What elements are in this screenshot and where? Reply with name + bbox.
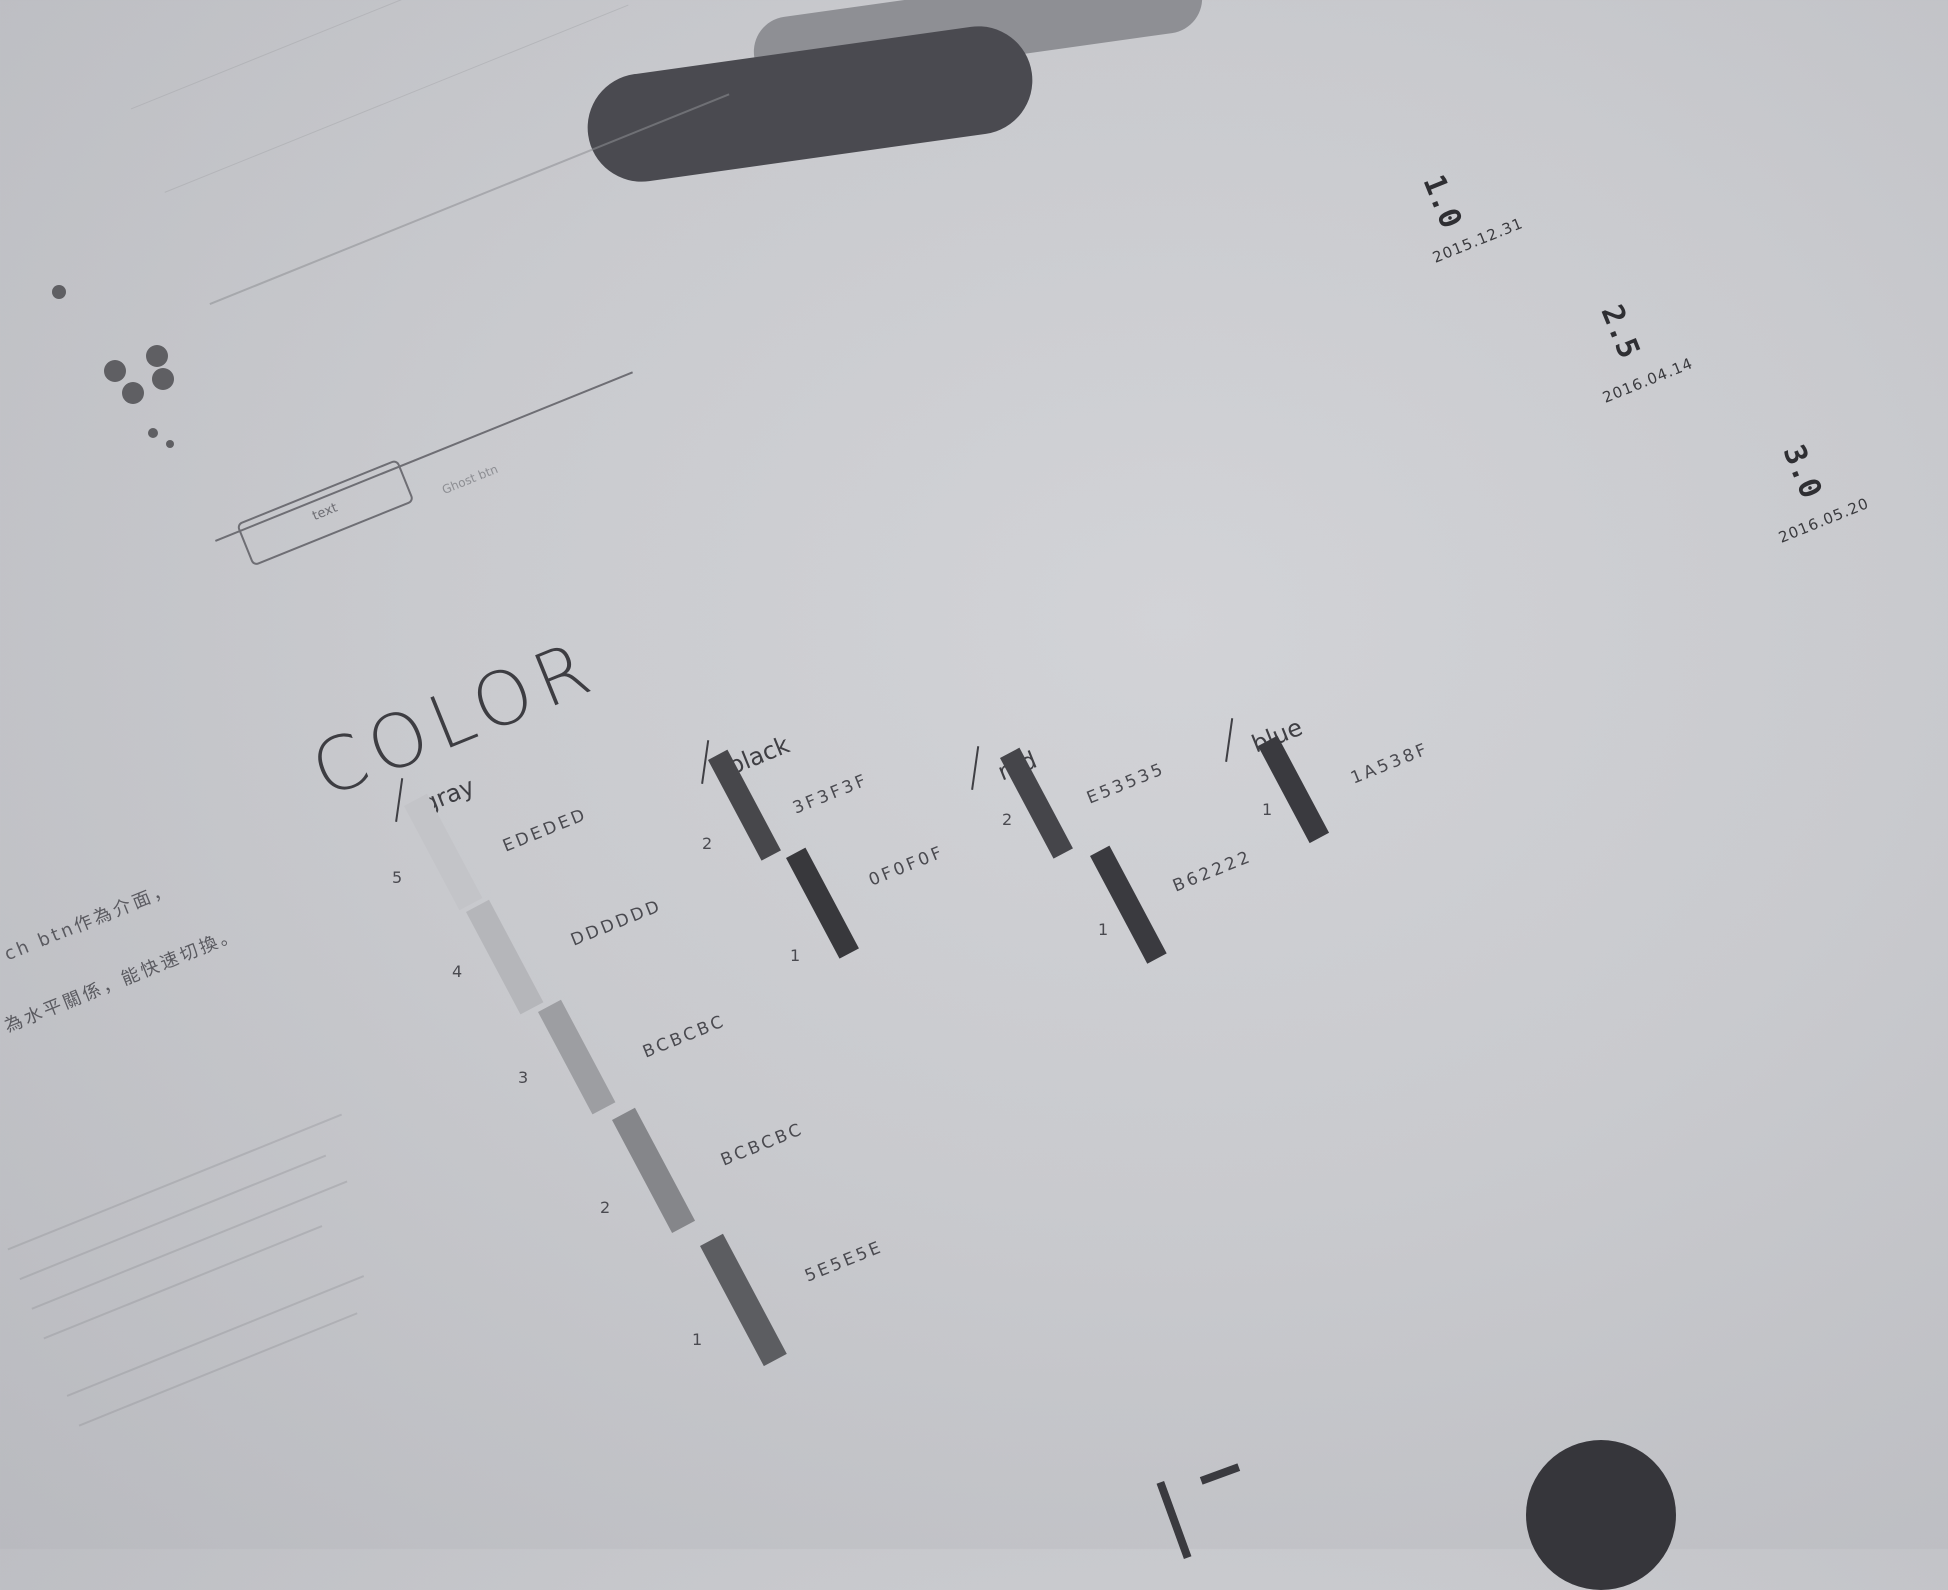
faint-text-block	[0, 1080, 483, 1508]
slash-icon	[971, 746, 980, 790]
slash-icon	[701, 740, 710, 784]
gray-index-4: 4	[452, 962, 463, 981]
version-date-3: 2016.05.20	[1776, 494, 1872, 547]
black-index-1: 1	[790, 946, 801, 965]
gray-hex-3: BCBCBC	[640, 1011, 729, 1063]
ghost-button-label: Ghost btn	[440, 461, 500, 497]
dot-icon	[146, 345, 168, 367]
version-1-0: 1.0	[1415, 170, 1469, 234]
blue-index-1: 1	[1262, 800, 1273, 819]
gray-swatch-1	[700, 1233, 787, 1367]
partial-glyph	[1156, 1481, 1192, 1559]
gray-hex-1: 5E5E5E	[802, 1237, 887, 1287]
black-hex-2: 3F3F3F	[790, 770, 872, 819]
black-swatch-1	[786, 847, 859, 959]
gray-hex-2: BCBCBC	[718, 1119, 807, 1171]
gray-index-3: 3	[518, 1068, 529, 1087]
black-index-2: 2	[702, 834, 713, 853]
spec-table-faint	[60, 0, 759, 392]
gray-index-2: 2	[600, 1198, 611, 1217]
divider-line	[215, 371, 633, 542]
gray-hex-4: DDDDDD	[568, 895, 666, 951]
partial-glyph	[1199, 1463, 1241, 1485]
category-black: black	[696, 710, 793, 788]
slash-icon	[395, 778, 404, 822]
dot-icon	[52, 285, 66, 299]
gray-swatch-3	[538, 999, 616, 1115]
black-hex-1: 0F0F0F	[866, 842, 948, 891]
dot-icon	[148, 428, 158, 438]
text-button-label: text	[310, 500, 340, 525]
gray-hex-5: EDEDED	[500, 804, 591, 857]
dot-icon	[166, 440, 174, 448]
red-index-1: 1	[1098, 920, 1109, 939]
dot-icon	[122, 382, 144, 404]
red-hex-2: E53535	[1084, 758, 1169, 809]
text-button-sample[interactable]: text	[236, 458, 415, 567]
gray-index-5: 5	[392, 868, 403, 887]
blue-hex-1: 1A538F	[1348, 739, 1433, 789]
slash-icon	[1225, 718, 1234, 762]
circle-icon	[1526, 1440, 1676, 1590]
dot-icon	[152, 368, 174, 390]
gray-swatch-2	[612, 1107, 696, 1234]
gray-swatch-4	[466, 899, 544, 1015]
dot-icon	[104, 360, 126, 382]
blue-swatch-1	[1258, 735, 1330, 844]
red-hex-1: B62222	[1170, 846, 1256, 897]
red-swatch-1	[1090, 845, 1167, 964]
version-3-0: 3.0	[1775, 440, 1829, 504]
gray-index-1: 1	[692, 1330, 703, 1349]
version-2-5: 2.5	[1593, 300, 1647, 364]
red-index-2: 2	[1002, 810, 1013, 829]
